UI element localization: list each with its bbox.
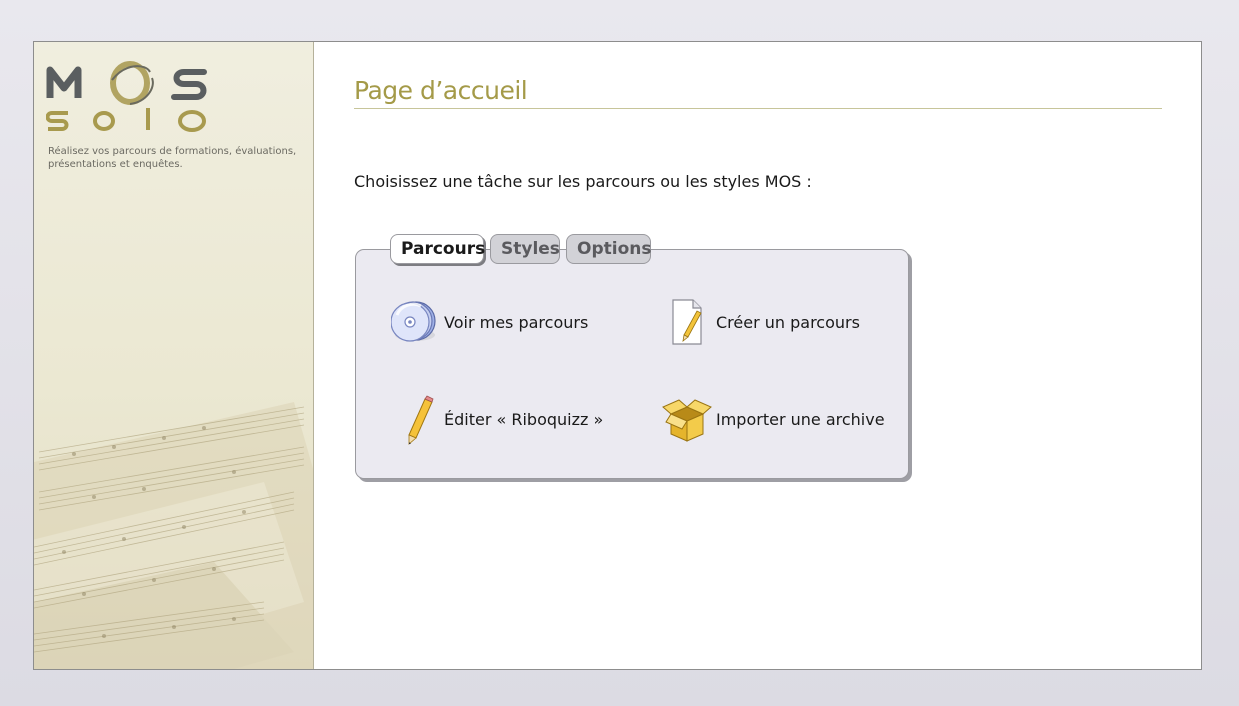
page-title: Page d’accueil xyxy=(354,76,1162,109)
edit-course-button[interactable]: Éditer « Riboquizz » xyxy=(390,393,603,445)
tab-styles[interactable]: Styles xyxy=(490,234,560,264)
pencil-icon xyxy=(390,393,440,445)
tagline: Réalisez vos parcours de formations, éva… xyxy=(48,146,297,170)
create-course-label: Créer un parcours xyxy=(716,312,860,332)
view-courses-button[interactable]: Voir mes parcours xyxy=(390,296,588,348)
tab-parcours[interactable]: Parcours xyxy=(390,234,485,264)
import-archive-button[interactable]: Importer une archive xyxy=(662,393,885,445)
open-box-icon xyxy=(662,393,712,445)
app-window: Réalisez vos parcours de formations, éva… xyxy=(33,41,1202,670)
mos-solo-logo xyxy=(46,61,207,132)
view-courses-label: Voir mes parcours xyxy=(444,312,589,332)
cd-icon xyxy=(390,296,440,348)
import-archive-label: Importer une archive xyxy=(716,409,885,429)
task-panel: Parcours Styles Options Voir mes parcour… xyxy=(355,234,909,479)
edit-course-label: Éditer « Riboquizz » xyxy=(444,409,604,429)
sidebar: Réalisez vos parcours de formations, éva… xyxy=(34,42,314,669)
main-content: Page d’accueil Choisissez une tâche sur … xyxy=(315,42,1201,669)
tab-options[interactable]: Options xyxy=(566,234,651,264)
create-course-button[interactable]: Créer un parcours xyxy=(662,296,860,348)
new-document-icon xyxy=(662,296,712,348)
intro-text: Choisissez une tâche sur les parcours ou… xyxy=(354,172,812,191)
tab-bar: Parcours Styles Options xyxy=(390,234,657,264)
